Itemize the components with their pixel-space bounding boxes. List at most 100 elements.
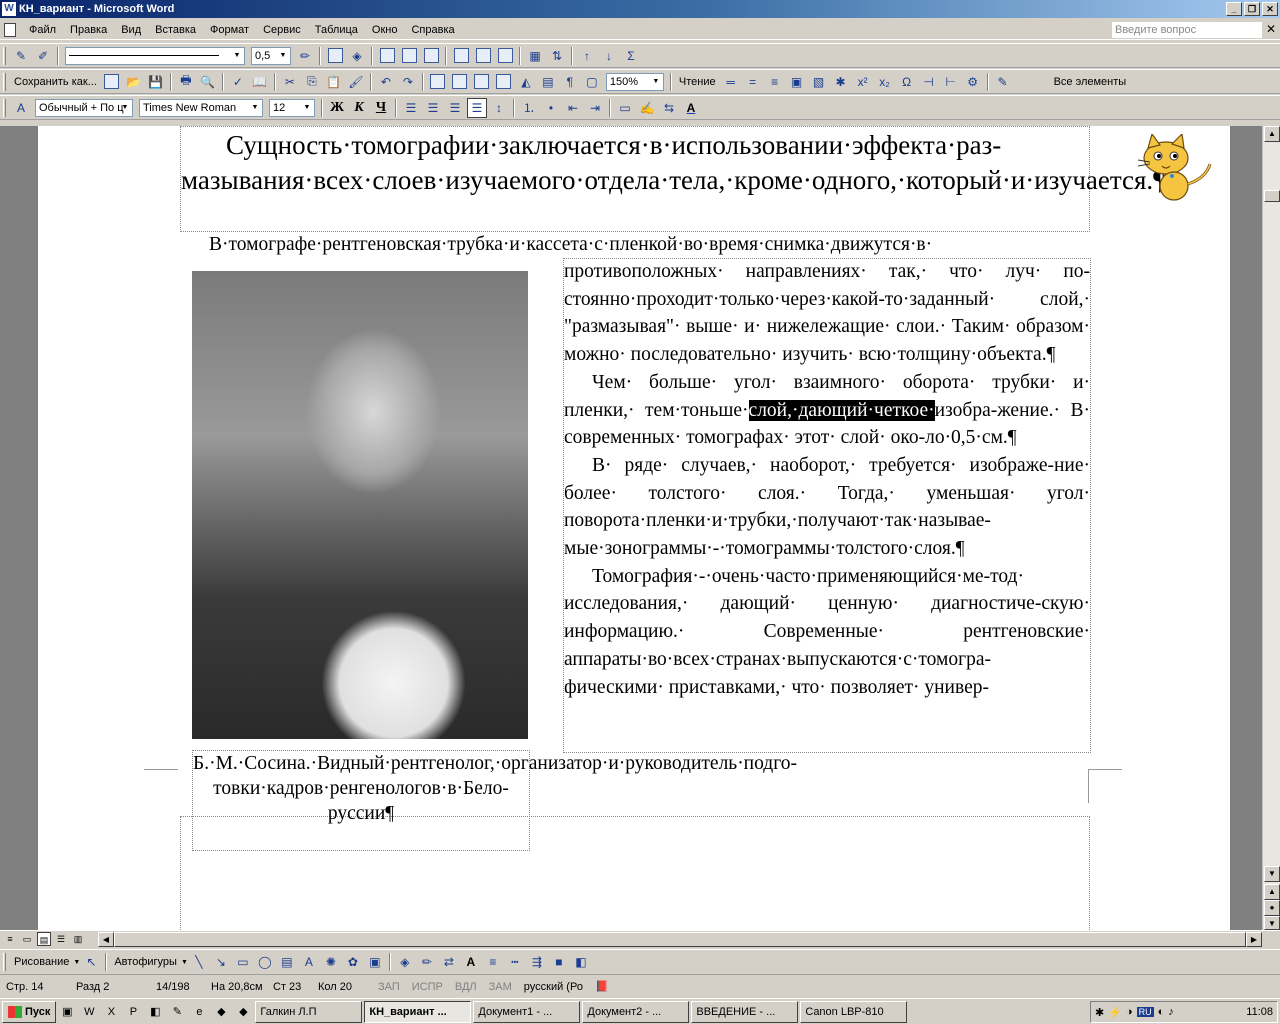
line-style-icon[interactable]: ⇄ — [439, 952, 459, 972]
undo-icon[interactable]: ↶ — [376, 72, 396, 92]
select-browse-object-icon[interactable]: ● — [1264, 900, 1280, 916]
task-introduction[interactable]: ВВЕДЕНИЕ - ... — [691, 1000, 799, 1023]
sort-descending-icon[interactable]: ↓ — [599, 46, 619, 66]
toolbar-grip[interactable] — [3, 953, 6, 971]
frame-edit-icon[interactable]: ▧ — [809, 72, 829, 92]
open-folder-icon[interactable]: 📂 — [124, 72, 144, 92]
app-quicklaunch-icon[interactable]: ◆ — [212, 1003, 230, 1021]
drawing-icon[interactable]: ◭ — [516, 72, 536, 92]
task-kn-variant[interactable]: КН_вариант ... — [364, 1000, 472, 1023]
italic-button[interactable]: К — [349, 98, 369, 118]
document-close-icon[interactable]: ✕ — [1266, 22, 1276, 36]
cut-icon[interactable]: ✂ — [280, 72, 300, 92]
tray-icon[interactable]: ◑ — [1126, 1006, 1133, 1018]
spelling-status-icon[interactable]: 📕 — [589, 980, 615, 993]
status-extend[interactable]: ВДЛ — [449, 981, 483, 993]
word-app-icon[interactable]: W — [2, 2, 16, 16]
reading-view-icon[interactable]: ▥ — [71, 932, 85, 946]
line-spacing-icon[interactable]: ↕ — [489, 98, 509, 118]
tray-icon[interactable]: ◐ — [1158, 1006, 1165, 1018]
font-size-select[interactable]: 12 ▼ — [269, 98, 315, 117]
frame-icon[interactable]: ▣ — [787, 72, 807, 92]
horizontal-scrollbar[interactable]: ◀ ▶ — [98, 932, 1262, 947]
publisher-quicklaunch-icon[interactable]: P — [124, 1003, 142, 1021]
draw-menu-button[interactable]: Рисование — [14, 956, 69, 968]
menu-file[interactable]: Файл — [22, 24, 63, 36]
toolbar-grip[interactable] — [3, 98, 6, 117]
object-icon[interactable]: ✱ — [831, 72, 851, 92]
borders-icon[interactable] — [325, 46, 345, 66]
tables-borders-icon[interactable] — [450, 72, 470, 92]
document-map-icon[interactable]: ▤ — [538, 72, 558, 92]
new-document-icon[interactable] — [102, 72, 122, 92]
insert-hyperlink-icon[interactable] — [428, 72, 448, 92]
menu-format[interactable]: Формат — [203, 24, 256, 36]
reading-mode-button[interactable]: Чтение — [679, 76, 716, 88]
split-cells-icon[interactable] — [421, 46, 441, 66]
scroll-up-icon[interactable]: ▲ — [1264, 126, 1280, 142]
line-weight-select[interactable]: 0,5 ▼ — [251, 46, 291, 65]
sort-ascending-icon[interactable]: ↑ — [577, 46, 597, 66]
status-track-changes[interactable]: ИСПР — [406, 981, 449, 993]
document-page[interactable]: Сущность·томографии·заключается·в·исполь… — [38, 126, 1230, 930]
menu-tools[interactable]: Сервис — [256, 24, 308, 36]
oval-icon[interactable]: ◯ — [255, 952, 275, 972]
line-icon[interactable]: ╲ — [189, 952, 209, 972]
scroll-thumb[interactable] — [1264, 190, 1280, 202]
align-cell-icon[interactable] — [451, 46, 471, 66]
dash-style-icon[interactable]: ┅ — [505, 952, 525, 972]
arrow-icon[interactable]: ↘ — [211, 952, 231, 972]
maximize-button[interactable]: ❐ — [1244, 2, 1260, 16]
tray-icon[interactable]: ✱ — [1095, 1006, 1104, 1019]
table-autoformat-icon[interactable]: ▦ — [525, 46, 545, 66]
rectangle-icon[interactable]: ▭ — [233, 952, 253, 972]
insert-table-icon[interactable] — [472, 72, 492, 92]
symbol-omega-icon[interactable]: Ω — [897, 72, 917, 92]
print-layout-icon[interactable]: ▤ — [37, 932, 51, 946]
tray-icon[interactable]: ⚡ — [1108, 1006, 1122, 1019]
arrow-style-icon[interactable]: ⇶ — [527, 952, 547, 972]
view-icon[interactable]: ▢ — [582, 72, 602, 92]
scroll-right-icon[interactable]: ▶ — [1246, 932, 1262, 947]
show-formatting-icon[interactable]: ¶ — [560, 72, 580, 92]
font-color-icon[interactable]: A — [681, 98, 701, 118]
save-icon[interactable]: 💾 — [146, 72, 166, 92]
task-document2[interactable]: Документ2 - ... — [582, 1000, 690, 1023]
increase-indent-icon[interactable]: ⇥ — [585, 98, 605, 118]
bars-icon[interactable]: ≡ — [765, 72, 785, 92]
outside-border-icon[interactable]: ▭ — [615, 98, 635, 118]
close-button[interactable]: ✕ — [1262, 2, 1278, 16]
clock[interactable]: 11:08 — [1246, 1006, 1273, 1018]
task-galkin[interactable]: Галкин Л.П — [255, 1000, 363, 1023]
ask-question-input[interactable]: Введите вопрос — [1112, 22, 1262, 38]
bullets-icon[interactable]: • — [541, 98, 561, 118]
clip-art-icon[interactable]: ✿ — [343, 952, 363, 972]
toolbar-grip[interactable] — [3, 46, 6, 65]
horizontal-scroll-thumb[interactable] — [114, 932, 1246, 947]
wordart-icon[interactable]: A — [299, 952, 319, 972]
3d-icon[interactable]: ◧ — [571, 952, 591, 972]
all-elements-dropdown[interactable]: Все элементы — [1054, 76, 1127, 88]
zoom-select[interactable]: 150% ▼ — [605, 72, 664, 91]
insert-table-icon[interactable] — [377, 46, 397, 66]
merge-cells-icon[interactable] — [399, 46, 419, 66]
word-quicklaunch-icon[interactable]: W — [80, 1003, 98, 1021]
scroll-left-icon[interactable]: ◀ — [98, 932, 114, 947]
character-scaling-icon[interactable]: ⇆ — [659, 98, 679, 118]
decrease-indent-icon[interactable]: ⇤ — [563, 98, 583, 118]
font-select[interactable]: Times New Roman ▼ — [139, 98, 263, 117]
underline-button[interactable]: Ч — [371, 98, 391, 118]
menu-insert[interactable]: Вставка — [148, 24, 203, 36]
line-style-select[interactable]: ▼ — [65, 46, 245, 65]
equals-icon[interactable]: ═ — [721, 72, 741, 92]
print-icon[interactable]: 🖶 — [176, 72, 196, 92]
style-select[interactable]: Обычный + По ц ▼ — [35, 98, 133, 117]
status-language[interactable]: русский (Ро — [518, 981, 589, 993]
equal-sign-icon[interactable]: = — [743, 72, 763, 92]
text-box-icon[interactable]: ▤ — [277, 952, 297, 972]
format-painter-icon[interactable]: 🖌 — [346, 72, 366, 92]
portrait-photo[interactable] — [192, 271, 528, 739]
distribute-columns-icon[interactable] — [495, 46, 515, 66]
justify-icon[interactable]: ☰ — [467, 97, 487, 118]
toolbar-grip[interactable] — [3, 72, 6, 91]
